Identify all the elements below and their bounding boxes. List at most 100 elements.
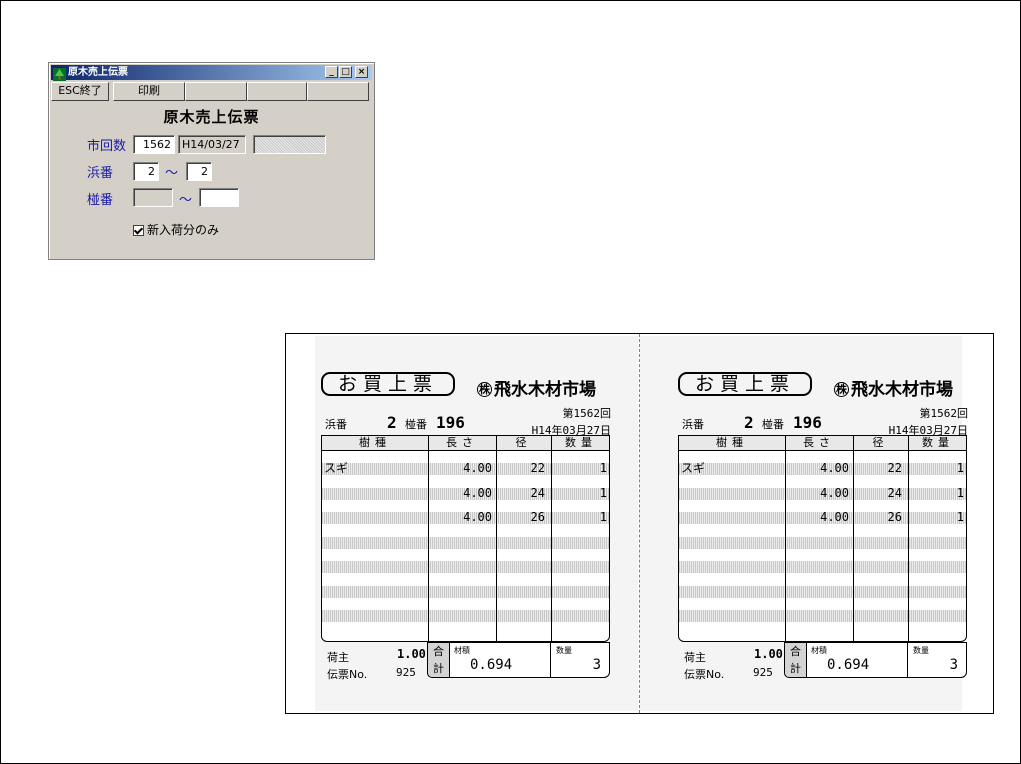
- table-row: [322, 536, 609, 549]
- slip-footer: 荷主 1.00 伝票No. 925 合計 材積 0.694 数量 3: [321, 642, 610, 681]
- company-name-text: 飛水木材市場: [851, 380, 953, 400]
- close-button[interactable]: ×: [355, 66, 368, 78]
- length-cell: 4.00: [463, 485, 492, 500]
- window-title: 原木売上伝票: [68, 67, 128, 78]
- new-arrivals-only-label: 新入荷分のみ: [147, 223, 220, 237]
- table-row: [679, 536, 966, 549]
- table-row: 4.00 26 1: [679, 510, 966, 524]
- log-table: 樹種 長さ 径 数量 スギ 4.00 22 1 4.00 24 1 4.00 26 1: [678, 435, 967, 642]
- bin-number: 196: [793, 413, 822, 432]
- length-cell: 4.00: [463, 461, 492, 475]
- owner-value: 1.00: [397, 647, 426, 661]
- bin-to-field[interactable]: [199, 188, 239, 207]
- yard-from-field[interactable]: 2: [133, 162, 159, 181]
- table-row: 4.00 24 1: [679, 485, 966, 500]
- yard-label: 浜番: [325, 418, 347, 431]
- checkmark-icon[interactable]: [133, 225, 144, 236]
- length-cell: 4.00: [820, 510, 849, 524]
- esc-exit-button[interactable]: ESC終了: [51, 82, 109, 101]
- yard-to-field[interactable]: 2: [186, 162, 212, 181]
- species-cell: [681, 511, 781, 524]
- species-cell: [324, 487, 424, 500]
- quantity-cell: 1: [599, 461, 607, 475]
- session-date-field[interactable]: H14/03/27: [178, 135, 246, 154]
- owner-label: 荷主: [327, 651, 349, 664]
- quantity-label: 数量: [556, 646, 572, 655]
- slip-footer: 荷主 1.00 伝票No. 925 合計 材積 0.694 数量 3: [678, 642, 967, 681]
- diameter-cell: 22: [530, 461, 545, 475]
- diameter-cell: 24: [530, 485, 545, 500]
- print-button[interactable]: 印刷: [113, 82, 185, 101]
- species-cell: スギ: [324, 461, 349, 475]
- sales-slip-window: 原木売上伝票 _ □ × ESC終了 印刷 原木売上伝票 市回数 1562 H1…: [48, 62, 375, 260]
- table-row: [679, 610, 966, 622]
- purchase-slip-badge: お買上票: [321, 372, 455, 396]
- bin-from-field[interactable]: [133, 188, 173, 207]
- table-row: スギ 4.00 22 1: [322, 461, 609, 475]
- toolbar-empty-slot[interactable]: [307, 82, 369, 101]
- length-cell: 4.00: [463, 510, 492, 524]
- header-quantity: 数量: [922, 436, 954, 449]
- company-name: 株飛水木材市場: [477, 375, 596, 400]
- species-cell: [681, 487, 781, 500]
- session-label: 市回数: [87, 139, 127, 154]
- cut-line: [639, 334, 640, 713]
- total-tag: 合計: [427, 642, 449, 678]
- quantity-label: 数量: [913, 646, 929, 655]
- bin-label: 椪番: [405, 418, 427, 431]
- species-cell: スギ: [681, 461, 706, 475]
- table-row: [322, 585, 609, 598]
- header-quantity: 数量: [565, 436, 597, 449]
- column-divider: [551, 436, 552, 641]
- bin-label: 椪番: [762, 418, 784, 431]
- total-box: 材積 0.694 数量 3: [449, 642, 610, 678]
- table-header: 樹種 長さ 径 数量: [322, 436, 609, 451]
- header-species: 樹種: [359, 436, 391, 449]
- print-preview: お買上票 株飛水木材市場 第1562回 浜番 2 椪番 196 H14年03月2…: [285, 333, 994, 714]
- species-cell: [324, 511, 424, 524]
- diameter-cell: 26: [530, 510, 545, 524]
- toolbar-empty-slot[interactable]: [185, 82, 247, 101]
- column-divider: [908, 436, 909, 641]
- header-species: 樹種: [716, 436, 748, 449]
- minimize-button[interactable]: _: [325, 66, 338, 78]
- volume-label: 材積: [811, 646, 827, 655]
- purchase-slip-badge: お買上票: [678, 372, 812, 396]
- maximize-button[interactable]: □: [339, 66, 352, 78]
- column-divider: [428, 436, 429, 641]
- quantity-cell: 1: [956, 485, 964, 500]
- purchase-slip: お買上票 株飛水木材市場 第1562回 浜番 2 椪番 196 H14年03月2…: [672, 334, 972, 713]
- yard-number: 2: [387, 413, 397, 432]
- slip-number: 925: [396, 666, 416, 679]
- total-volume: 0.694: [470, 657, 513, 673]
- purchase-slip: お買上票 株飛水木材市場 第1562回 浜番 2 椪番 196 H14年03月2…: [315, 334, 615, 713]
- table-row: 4.00 24 1: [322, 485, 609, 500]
- slip-number: 925: [753, 666, 773, 679]
- session-number-field[interactable]: 1562: [133, 135, 175, 154]
- yard-number-label: 浜番: [87, 166, 114, 181]
- slip-number-label: 伝票No.: [327, 668, 368, 681]
- table-row: [679, 585, 966, 598]
- quantity-cell: 1: [599, 510, 607, 524]
- diameter-cell: 22: [887, 461, 902, 475]
- range-tilde: ～: [165, 166, 179, 181]
- function-key-toolbar: ESC終了 印刷: [51, 82, 372, 101]
- range-tilde: ～: [179, 193, 193, 208]
- title-bar[interactable]: 原木売上伝票 _ □ ×: [51, 65, 372, 81]
- toolbar-empty-slot[interactable]: [247, 82, 307, 101]
- length-cell: 4.00: [820, 485, 849, 500]
- table-row: 4.00 26 1: [322, 510, 609, 524]
- bin-number: 196: [436, 413, 465, 432]
- volume-label: 材積: [454, 646, 470, 655]
- session-extra-field[interactable]: [253, 135, 326, 154]
- owner-label: 荷主: [684, 651, 706, 664]
- slip-number-label: 伝票No.: [684, 668, 725, 681]
- quantity-cell: 1: [599, 485, 607, 500]
- bin-number-label: 椪番: [87, 193, 114, 208]
- column-divider: [496, 436, 497, 641]
- total-box: 材積 0.694 数量 3: [806, 642, 967, 678]
- kabushiki-mark: 株: [834, 382, 849, 397]
- new-arrivals-only-checkbox[interactable]: 新入荷分のみ: [133, 221, 219, 238]
- quantity-cell: 1: [956, 510, 964, 524]
- total-divider: [907, 643, 908, 677]
